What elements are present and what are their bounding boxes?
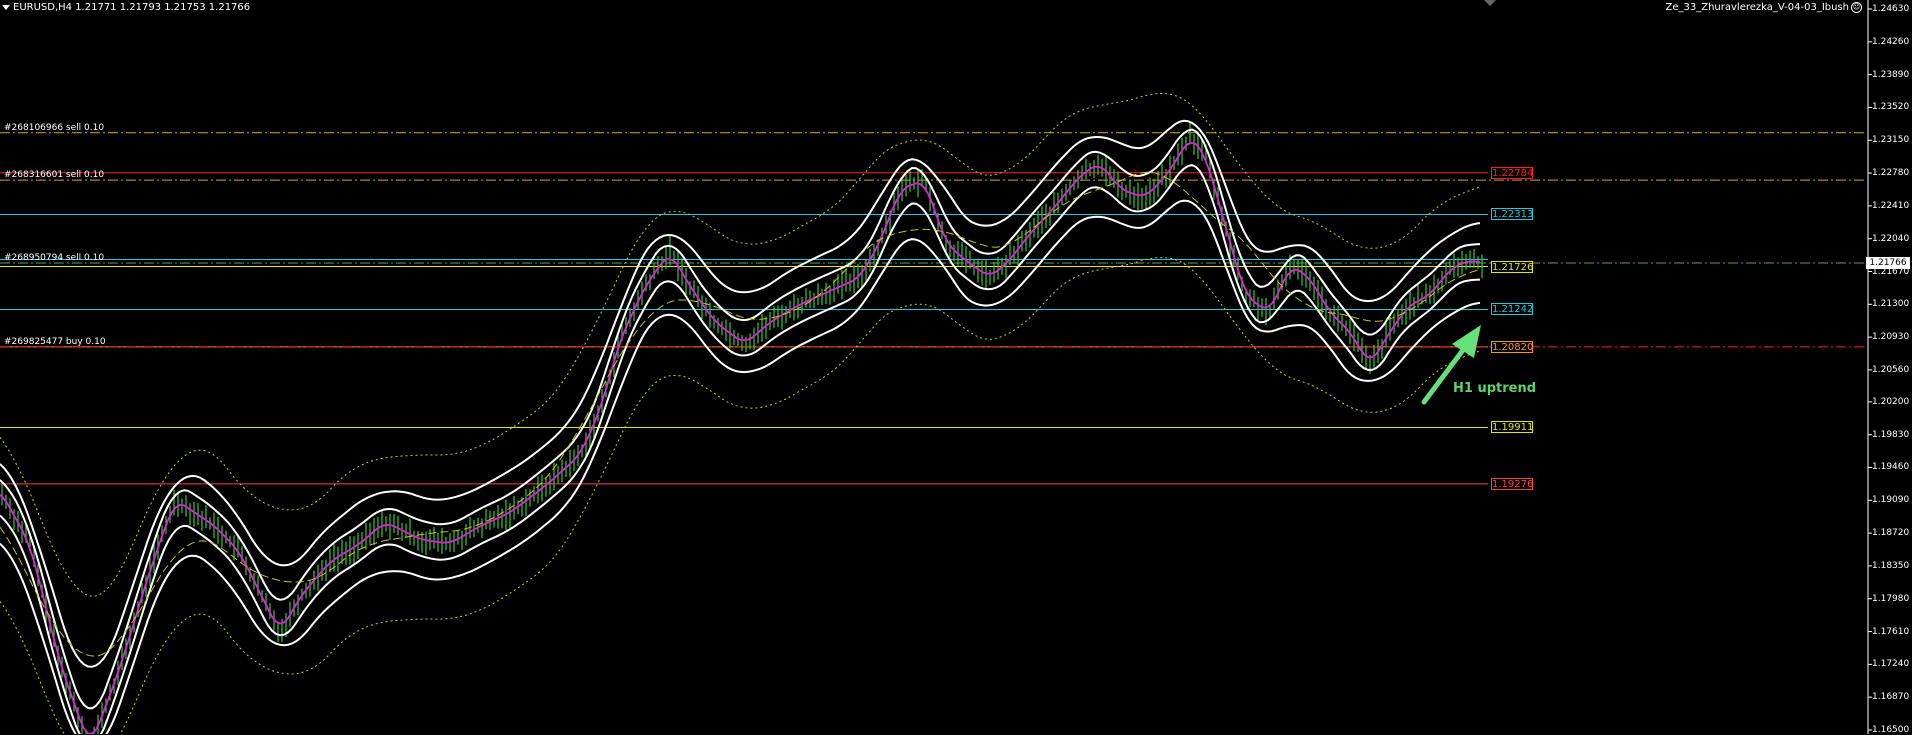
level-price-tag[interactable]: 1.19276 [1491, 477, 1533, 490]
price-tick-label: 1.20560 [1872, 364, 1910, 375]
price-tick-label: 1.17980 [1872, 593, 1910, 604]
symbol-header: EURUSD,H4 1.21771 1.21793 1.21753 1.2176… [2, 0, 250, 16]
expert-advisor-label: Ze_33_Zhuravlerezka_V-04-03_Ibush ☺ [1666, 0, 1862, 16]
price-tick-label: 1.16870 [1872, 692, 1910, 703]
level-price-tag[interactable]: 1.19911 [1491, 421, 1533, 434]
price-tick-label: 1.18350 [1872, 560, 1910, 571]
price-tick-label: 1.22780 [1872, 168, 1910, 179]
price-tick-label: 1.24260 [1872, 36, 1910, 47]
price-tick-label: 1.23150 [1872, 135, 1910, 146]
price-tick-label: 1.18720 [1872, 528, 1910, 539]
price-tick-label: 1.22410 [1872, 200, 1910, 211]
price-tick-label: 1.19830 [1872, 429, 1910, 440]
price-tick-label: 1.23520 [1872, 102, 1910, 113]
price-tick-label: 1.22040 [1872, 233, 1910, 244]
price-tick-label: 1.24630 [1872, 4, 1910, 14]
level-price-tag[interactable]: 1.22313 [1491, 208, 1533, 221]
order-label[interactable]: #269825477 buy 0.10 [4, 337, 106, 347]
chart-shift-marker-icon[interactable] [1484, 0, 1496, 6]
order-label[interactable]: #268316601 sell 0.10 [4, 170, 104, 180]
price-tick-label: 1.20200 [1872, 396, 1910, 407]
price-tick-label: 1.17240 [1872, 659, 1910, 670]
menu-triangle-icon[interactable] [2, 4, 10, 10]
price-tick-label: 1.19460 [1872, 462, 1910, 473]
expert-name: Ze_33_Zhuravlerezka_V-04-03_Ibush [1665, 2, 1849, 13]
price-tick-label: 1.17610 [1872, 626, 1910, 637]
level-price-tag[interactable]: 1.21726 [1491, 260, 1533, 273]
price-tick-label: 1.20930 [1872, 332, 1910, 343]
level-price-tag[interactable]: 1.22784 [1491, 166, 1533, 179]
price-tick-label: 1.19090 [1872, 495, 1910, 506]
chart-canvas[interactable] [0, 0, 1912, 734]
current-price-tag: 1.21766 [1866, 256, 1910, 269]
level-price-tag[interactable]: 1.21242 [1491, 303, 1533, 316]
order-label[interactable]: #268106966 sell 0.10 [4, 123, 104, 133]
symbol-quote: EURUSD,H4 1.21771 1.21793 1.21753 1.2176… [13, 2, 251, 13]
price-tick-label: 1.21300 [1872, 299, 1910, 310]
level-price-tag[interactable]: 1.20820 [1491, 340, 1533, 353]
price-tick-label: 1.23890 [1872, 69, 1910, 80]
trend-annotation: H1 uptrend [1453, 381, 1537, 396]
order-label[interactable]: #268950794 sell 0.10 [4, 253, 104, 263]
smiley-icon[interactable]: ☺ [1851, 1, 1862, 13]
